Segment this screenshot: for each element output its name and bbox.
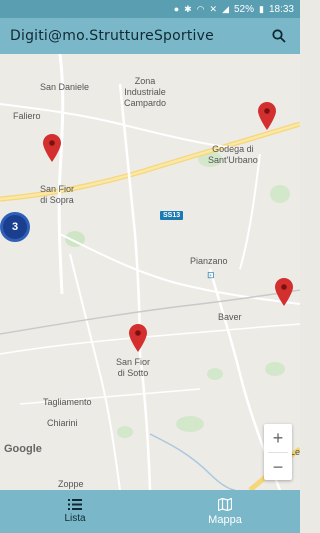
place-faliero: Faliero	[13, 111, 41, 121]
place-godega: Godega di Sant'Urbano	[208, 144, 258, 165]
route-badge: SS13	[160, 211, 184, 220]
nav-item-mappa[interactable]: Mappa	[150, 490, 300, 533]
map-pin-san-fior-sopra[interactable]	[43, 134, 61, 162]
map-pin-east[interactable]	[275, 278, 293, 306]
map-roads	[0, 54, 300, 490]
place-san-fior-sotto: San Fior di Sotto	[116, 357, 151, 378]
cluster-count: 3	[11, 221, 19, 233]
nav-item-lista[interactable]: Lista	[0, 490, 150, 533]
place-zoppe: Zoppe	[58, 479, 84, 489]
signal-icon: ◢	[222, 3, 229, 14]
train-station-icon: ⊡	[207, 270, 215, 280]
clock: 18:33	[268, 3, 294, 15]
place-baver: Baver	[218, 312, 242, 322]
place-san-daniele: San Daniele	[40, 82, 90, 92]
search-icon	[272, 29, 286, 43]
map-pin-san-fior-sotto[interactable]	[129, 324, 147, 352]
map-view[interactable]: San Daniele Faliero Zona Industriale Cam…	[0, 54, 300, 490]
nav-label-lista: Lista	[64, 513, 86, 524]
list-icon	[68, 499, 82, 510]
zoom-controls: + −	[264, 424, 292, 480]
status-bar: ● ✱ ◠ ✕ ◢ 52% ▮ 18:33	[0, 0, 300, 18]
app-bar: Digiti@mo.StruttureSportive	[0, 18, 300, 54]
place-zona-industriale: Zona Industriale Campardo	[124, 76, 167, 108]
app-title: Digiti@mo.StruttureSportive	[10, 28, 214, 44]
wifi-icon: ◠	[196, 3, 205, 14]
map-pin-godega[interactable]	[258, 102, 276, 130]
battery-icon: ▮	[259, 3, 264, 14]
zoom-out-button[interactable]: −	[264, 453, 292, 481]
battery-level: 52%	[234, 3, 255, 15]
search-button[interactable]	[268, 25, 290, 47]
place-tagliamento: Tagliamento	[43, 397, 92, 407]
google-logo: Google	[4, 443, 42, 455]
place-pianzano: Pianzano	[190, 256, 228, 266]
mute-icon: ✕	[209, 3, 218, 14]
place-chiarini: Chiarini	[47, 418, 78, 428]
nav-label-mappa: Mappa	[208, 513, 242, 526]
bluetooth-icon: ✱	[184, 3, 192, 14]
zoom-in-button[interactable]: +	[264, 424, 292, 452]
bottom-navigation: Lista Mappa	[0, 490, 300, 533]
location-icon: ●	[173, 3, 180, 14]
map-icon	[218, 497, 232, 511]
map-cluster-marker[interactable]: 3	[0, 212, 30, 242]
place-san-fior-sopra: San Fior di Sopra	[40, 184, 75, 205]
